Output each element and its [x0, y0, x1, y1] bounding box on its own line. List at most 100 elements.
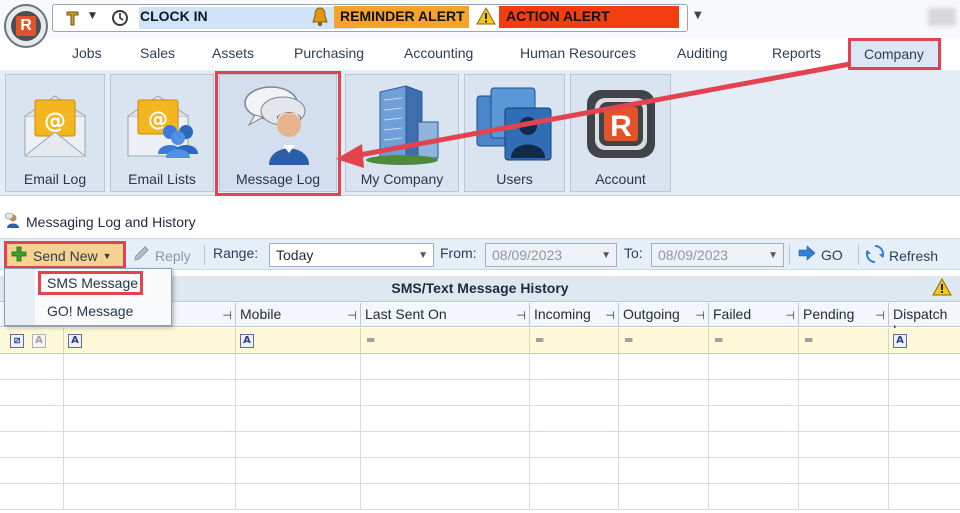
column-label: Pending	[803, 306, 855, 322]
equals-filter-icon[interactable]: ═	[715, 333, 722, 347]
column-header-failed[interactable]: Failed ⊣	[709, 303, 799, 327]
user-avatar[interactable]	[928, 8, 956, 26]
reminder-alert-button[interactable]: REMINDER ALERT	[340, 8, 465, 24]
column-header-last-sent-on[interactable]: Last Sent On ⊣	[361, 303, 530, 327]
text-filter-icon[interactable]: A	[32, 334, 46, 348]
clock-in-button[interactable]: CLOCK IN	[140, 8, 208, 24]
column-header-outgoing[interactable]: Outgoing ⊣	[619, 303, 709, 327]
column-label: Failed	[713, 306, 752, 322]
table-row[interactable]	[0, 458, 960, 484]
menu-item-go-message[interactable]: GO! Message	[47, 303, 133, 319]
account-button[interactable]: R Account	[570, 74, 671, 192]
equals-filter-icon[interactable]: ═	[536, 333, 543, 347]
column-label: Mobile	[240, 306, 282, 322]
menu-jobs[interactable]: Jobs	[72, 45, 102, 61]
arrow-right-icon	[798, 245, 816, 264]
filter-cell[interactable]: ═	[361, 328, 530, 354]
filter-row: ⧄ A A A ═ ═ ═ ═ ═ A	[0, 328, 960, 354]
email-log-label: Email Log	[23, 171, 87, 187]
pin-icon[interactable]: ⊣	[222, 309, 232, 322]
table-row[interactable]	[0, 406, 960, 432]
column-header-mobile[interactable]: Mobile ⊣	[236, 303, 361, 327]
reply-button[interactable]: Reply	[132, 245, 191, 266]
column-header-incoming[interactable]: Incoming ⊣	[530, 303, 619, 327]
filter-cell[interactable]: ═	[799, 328, 889, 354]
refresh-icon	[864, 245, 886, 266]
pin-icon[interactable]: ⊣	[347, 309, 357, 322]
section-header: Messaging Log and History	[4, 212, 196, 231]
account-label: Account	[595, 171, 646, 187]
from-date-field[interactable]: 08/09/2023 ▼	[485, 243, 617, 267]
text-filter-icon[interactable]: A	[893, 334, 907, 348]
menu-sales[interactable]: Sales	[140, 45, 175, 61]
to-date-value: 08/09/2023	[658, 247, 729, 263]
pin-icon[interactable]: ⊣	[695, 309, 705, 322]
range-select[interactable]: Today ▼	[269, 243, 434, 267]
pin-icon[interactable]: ⊣	[785, 309, 795, 322]
send-new-button[interactable]: Send New ▼	[10, 245, 112, 266]
app-logo[interactable]: R	[4, 4, 48, 48]
text-filter-icon[interactable]: A	[68, 334, 82, 348]
filter-cell[interactable]: ═	[709, 328, 799, 354]
table-row[interactable]	[0, 354, 960, 380]
from-label: From:	[440, 245, 477, 261]
plus-icon	[10, 245, 28, 266]
pencil-icon	[132, 245, 150, 266]
equals-filter-icon[interactable]: ═	[625, 333, 632, 347]
table-row[interactable]	[0, 380, 960, 406]
my-company-button[interactable]: My Company	[345, 74, 459, 192]
table-row[interactable]	[0, 432, 960, 458]
ribbon: @ Email Log @ Email Lists Message Log My…	[0, 70, 960, 196]
chevron-down-icon: ▼	[768, 250, 778, 261]
column-header-dispatch[interactable]: Dispatch L	[889, 303, 960, 338]
refresh-button[interactable]: Refresh	[864, 245, 938, 266]
filter-cell: ⧄ A	[0, 328, 64, 354]
highlight-company	[848, 38, 941, 70]
menu-accounting[interactable]: Accounting	[404, 45, 473, 61]
toolbar-divider	[858, 245, 859, 265]
customize-toolbar-icon[interactable]: ▼	[694, 10, 702, 21]
go-button[interactable]: GO	[798, 245, 843, 264]
toolbar-divider	[204, 245, 205, 265]
menu-assets[interactable]: Assets	[212, 45, 254, 61]
menu-reports[interactable]: Reports	[772, 45, 821, 61]
table-row[interactable]	[0, 484, 960, 510]
filter-cell[interactable]: A	[889, 328, 960, 354]
equals-filter-icon[interactable]: ═	[367, 333, 374, 347]
column-header-pending[interactable]: Pending ⊣	[799, 303, 889, 327]
to-date-field[interactable]: 08/09/2023 ▼	[651, 243, 784, 267]
reply-label: Reply	[155, 247, 191, 264]
menu-gutter	[5, 269, 35, 325]
email-log-button[interactable]: @ Email Log	[5, 74, 105, 192]
range-label: Range:	[213, 245, 259, 261]
action-alert-button[interactable]: ACTION ALERT	[506, 8, 610, 24]
equals-filter-icon[interactable]: ═	[805, 333, 812, 347]
menu-purchasing[interactable]: Purchasing	[294, 45, 364, 61]
filter-cell[interactable]: A	[236, 328, 361, 354]
filter-cell[interactable]: ═	[619, 328, 709, 354]
clear-filter-icon[interactable]: ⧄	[10, 334, 24, 348]
title-bar: ▼ CLOCK IN REMINDER ALERT ACTION ALERT ▼	[0, 0, 960, 38]
chevron-down-icon: ▼	[418, 250, 428, 261]
users-button[interactable]: Users	[464, 74, 565, 192]
tools-icon[interactable]	[61, 5, 87, 31]
pin-icon[interactable]: ⊣	[605, 309, 615, 322]
chevron-down-icon[interactable]: ▼	[89, 11, 96, 21]
email-lists-button[interactable]: @ Email Lists	[110, 74, 214, 192]
range-value: Today	[276, 247, 314, 263]
pin-icon[interactable]: ⊣	[516, 309, 526, 322]
go-label: GO	[821, 246, 843, 263]
pin-icon[interactable]: ⊣	[875, 309, 885, 322]
highlight-message-log	[215, 71, 341, 196]
filter-cell[interactable]: ═	[530, 328, 619, 354]
text-filter-icon[interactable]: A	[240, 334, 254, 348]
from-date-value: 08/09/2023	[492, 247, 563, 263]
users-icon	[465, 79, 564, 169]
menu-human-resources[interactable]: Human Resources	[520, 45, 636, 61]
menu-auditing[interactable]: Auditing	[677, 45, 728, 61]
users-label: Users	[496, 171, 533, 187]
warning-icon[interactable]	[932, 277, 952, 300]
bell-icon	[310, 6, 330, 32]
toolbar-divider	[789, 245, 790, 265]
filter-cell[interactable]: A	[64, 328, 236, 354]
